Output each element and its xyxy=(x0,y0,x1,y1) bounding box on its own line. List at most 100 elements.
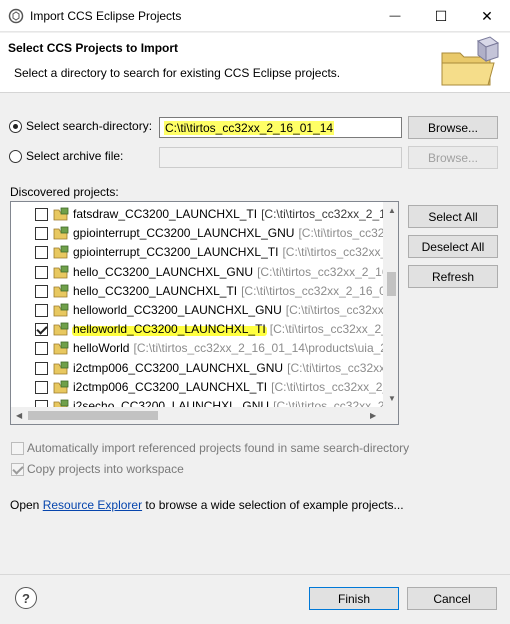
project-row[interactable]: helloworld_CC3200_LAUNCHXL_TI [C:\ti\tirt… xyxy=(11,320,398,339)
project-row[interactable]: i2ctmp006_CC3200_LAUNCHXL_GNU [C:\ti\tirt… xyxy=(11,359,398,378)
scroll-left-icon[interactable]: ◀ xyxy=(16,411,22,420)
project-row[interactable]: gpiointerrupt_CC3200_LAUNCHXL_TI [C:\ti\t… xyxy=(11,243,398,262)
project-checkbox[interactable] xyxy=(35,342,48,356)
project-name: hello_CC3200_LAUNCHXL_GNU xyxy=(73,264,254,279)
finish-button[interactable]: Finish xyxy=(309,587,399,610)
page-title: Select CCS Projects to Import xyxy=(8,41,179,55)
project-checkbox[interactable] xyxy=(35,304,48,317)
project-folder-icon xyxy=(53,284,69,298)
project-checkbox[interactable] xyxy=(35,265,48,279)
help-button[interactable]: ? xyxy=(15,587,37,609)
project-row[interactable]: i2ctmp006_CC3200_LAUNCHXL_TI [C:\ti\tirto… xyxy=(11,378,398,397)
project-folder-icon xyxy=(53,207,69,221)
resource-explorer-link[interactable]: Resource Explorer xyxy=(43,498,142,512)
copy-projects-option[interactable]: Copy projects into workspace xyxy=(11,462,184,476)
import-wizard-icon xyxy=(441,36,500,86)
project-checkbox[interactable] xyxy=(35,323,48,337)
search-directory-radio[interactable] xyxy=(9,119,22,133)
project-label: helloworld_CC3200_LAUNCHXL_GNU [C:\ti\tir… xyxy=(73,303,398,317)
project-label: gpiointerrupt_CC3200_LAUNCHXL_GNU [C:\ti\… xyxy=(73,226,390,240)
project-checkbox[interactable] xyxy=(35,227,48,241)
project-folder-icon xyxy=(53,380,69,394)
project-row[interactable]: helloWorld [C:\ti\tirtos_cc32xx_2_16_01_1… xyxy=(11,339,394,358)
scroll-right-icon[interactable]: ▶ xyxy=(370,411,376,420)
horizontal-scroll-thumb[interactable] xyxy=(28,411,158,420)
deselect-all-button[interactable]: Deselect All xyxy=(408,235,498,258)
project-name: hello_CC3200_LAUNCHXL_TI xyxy=(73,283,238,298)
project-name: gpiointerrupt_CC3200_LAUNCHXL_GNU xyxy=(73,226,295,241)
project-label: i2ctmp006_CC3200_LAUNCHXL_TI [C:\ti\tirto… xyxy=(73,379,399,394)
project-checkbox[interactable] xyxy=(35,284,48,298)
vertical-scroll-thumb[interactable] xyxy=(387,272,396,296)
scroll-down-icon[interactable]: ▼ xyxy=(388,394,396,403)
copy-projects-label: Copy projects into workspace xyxy=(27,462,184,476)
project-path: [C:\ti\tirtos_cc32xx_2_16_0 xyxy=(257,264,399,279)
project-folder-icon xyxy=(53,361,69,374)
vertical-scrollbar[interactable]: ▲ ▼ xyxy=(383,202,398,407)
project-checkbox[interactable] xyxy=(35,380,48,394)
project-row[interactable]: hello_CC3200_LAUNCHXL_GNU [C:\ti\tirtos_c… xyxy=(11,263,398,282)
resource-explorer-text: Open Resource Explorer to browse a wide … xyxy=(10,498,404,512)
project-folder-icon xyxy=(53,303,69,317)
project-name: fatsdraw_CC3200_LAUNCHXL_TI xyxy=(73,207,258,221)
project-name: i2ctmp006_CC3200_LAUNCHXL_TI xyxy=(73,379,268,394)
search-directory-option[interactable]: Select search-directory: xyxy=(9,119,152,133)
auto-import-checkbox[interactable] xyxy=(11,441,24,455)
project-label: hello_CC3200_LAUNCHXL_TI [C:\ti\tirtos_cc… xyxy=(73,283,399,298)
footer-divider xyxy=(0,574,510,575)
project-checkbox[interactable] xyxy=(35,208,48,221)
auto-import-option[interactable]: Automatically import referenced projects… xyxy=(11,441,409,455)
ccs-app-icon xyxy=(8,8,24,24)
search-directory-value: C:\ti\tirtos_cc32xx_2_16_01_14 xyxy=(164,121,335,135)
project-label: helloWorld [C:\ti\tirtos_cc32xx_2_16_01_1… xyxy=(73,341,394,355)
project-label: gpiointerrupt_CC3200_LAUNCHXL_TI [C:\ti\t… xyxy=(73,245,399,260)
close-icon: ✕ xyxy=(481,7,493,24)
project-row[interactable]: helloworld_CC3200_LAUNCHXL_GNU [C:\ti\tir… xyxy=(11,301,398,320)
archive-file-radio[interactable] xyxy=(9,149,22,163)
minimize-icon: — xyxy=(389,10,401,22)
discovered-projects-label: Discovered projects: xyxy=(10,185,119,199)
project-path: [C:\ti\tirtos_cc32xx_2_16 xyxy=(269,322,399,337)
archive-file-browse-button[interactable]: Browse... xyxy=(408,146,498,169)
discovered-projects-list[interactable]: fatsdraw_CC3200_LAUNCHXL_TI [C:\ti\tirtos… xyxy=(10,201,399,425)
maximize-button[interactable]: ☐ xyxy=(418,0,464,32)
horizontal-scrollbar[interactable]: ◀ ▶ xyxy=(11,407,383,424)
project-checkbox[interactable] xyxy=(35,246,48,260)
scroll-up-icon[interactable]: ▲ xyxy=(388,206,396,215)
project-path: [C:\ti\tirtos_cc32xx_2_16_01_14\products… xyxy=(133,341,394,356)
wizard-header: Select CCS Projects to Import Select a d… xyxy=(0,33,510,93)
project-name: helloworld_CC3200_LAUNCHXL_GNU xyxy=(73,303,282,317)
project-folder-icon xyxy=(53,226,69,240)
refresh-button[interactable]: Refresh xyxy=(408,265,498,288)
page-description: Select a directory to search for existin… xyxy=(14,66,341,80)
close-button[interactable]: ✕ xyxy=(464,0,510,32)
search-directory-label: Select search-directory: xyxy=(26,119,153,133)
project-path: [C:\ti\tirtos_cc32xx_2_ xyxy=(282,245,399,260)
project-folder-icon xyxy=(53,341,69,355)
scrollbar-corner xyxy=(383,407,398,424)
copy-projects-checkbox[interactable] xyxy=(11,462,24,476)
project-name: i2ctmp006_CC3200_LAUNCHXL_GNU xyxy=(73,360,284,375)
project-path: [C:\ti\tirtos_cc32xx_2_16 xyxy=(271,379,399,394)
archive-file-input[interactable] xyxy=(159,147,402,168)
select-all-button[interactable]: Select All xyxy=(408,205,498,228)
search-directory-browse-button[interactable]: Browse... xyxy=(408,116,498,139)
project-folder-icon xyxy=(53,322,69,336)
window-title: Import CCS Eclipse Projects xyxy=(30,9,182,23)
project-row[interactable]: gpiointerrupt_CC3200_LAUNCHXL_GNU [C:\ti\… xyxy=(11,224,390,243)
project-checkbox[interactable] xyxy=(35,361,48,375)
minimize-button[interactable]: — xyxy=(372,0,418,32)
project-row[interactable]: fatsdraw_CC3200_LAUNCHXL_TI [C:\ti\tirtos… xyxy=(11,205,398,224)
cancel-button[interactable]: Cancel xyxy=(407,587,497,610)
auto-import-label: Automatically import referenced projects… xyxy=(27,441,410,455)
project-path: [C:\ti\tirtos_cc32x xyxy=(298,226,391,241)
archive-file-option[interactable]: Select archive file: xyxy=(9,149,123,163)
project-label: i2ctmp006_CC3200_LAUNCHXL_GNU [C:\ti\tirt… xyxy=(73,360,398,375)
search-directory-input[interactable]: C:\ti\tirtos_cc32xx_2_16_01_14 xyxy=(159,117,402,138)
project-label: hello_CC3200_LAUNCHXL_GNU [C:\ti\tirtos_c… xyxy=(73,264,399,279)
project-path: [C:\ti\tirtos_cc32xx_2_16_01_1 xyxy=(241,283,399,298)
project-row[interactable]: hello_CC3200_LAUNCHXL_TI [C:\ti\tirtos_cc… xyxy=(11,282,398,301)
project-name: helloworld_CC3200_LAUNCHXL_TI xyxy=(73,322,266,337)
project-label: helloworld_CC3200_LAUNCHXL_TI [C:\ti\tirt… xyxy=(73,322,399,337)
project-name: helloWorld xyxy=(73,341,130,356)
